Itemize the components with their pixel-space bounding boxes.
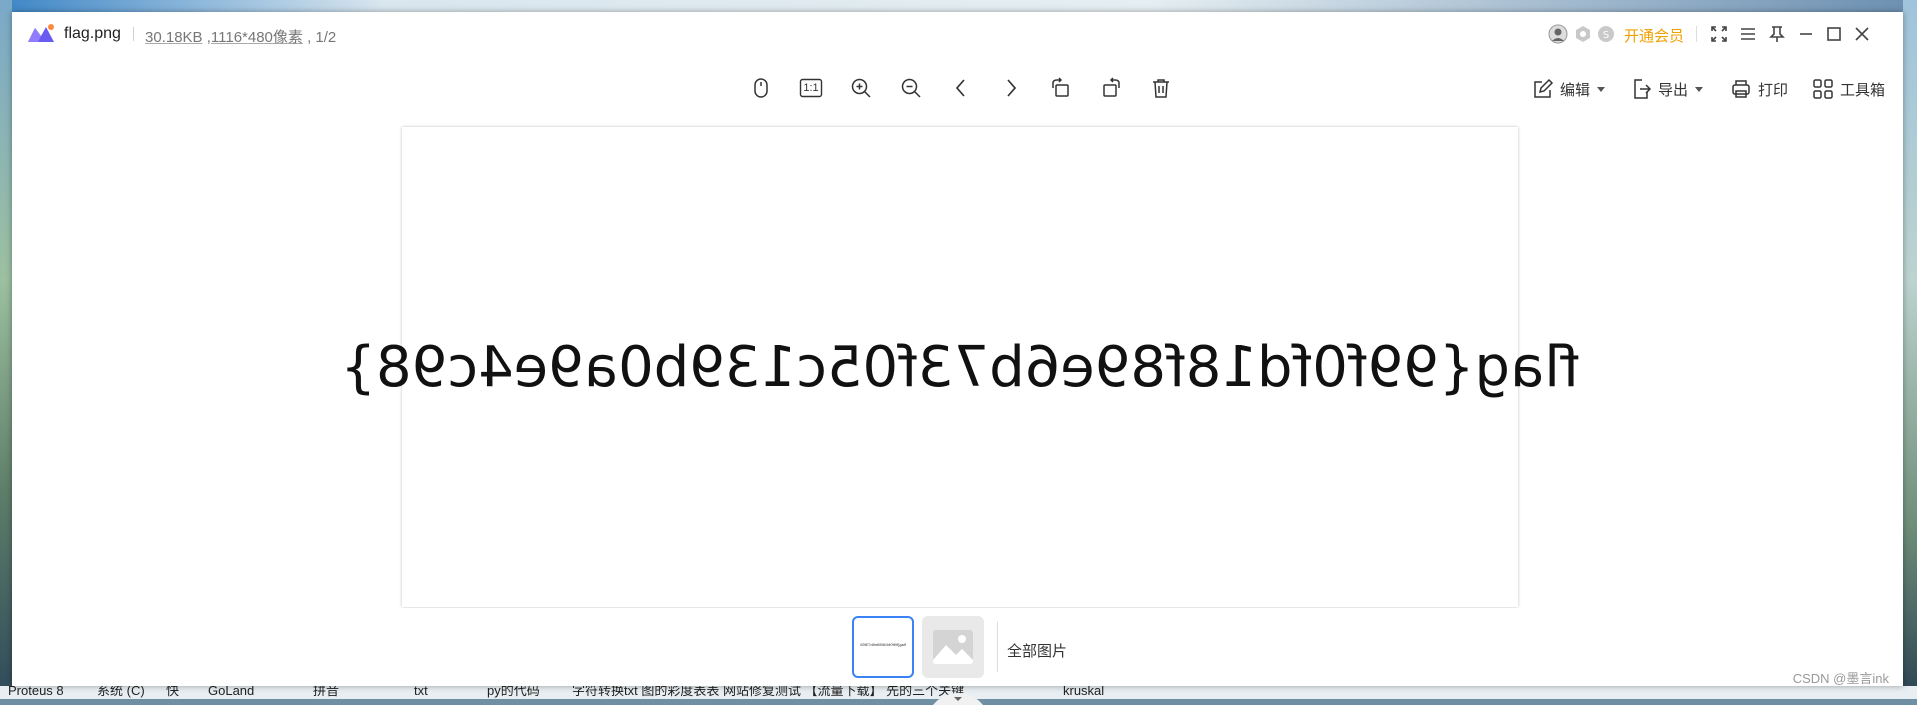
- export-icon: [1634, 79, 1652, 99]
- title-bar: flag.png 30.18KB ,1116*480像素 , 1/2 S 开通会…: [12, 12, 1903, 56]
- all-pictures-link[interactable]: 全部图片: [1007, 640, 1067, 661]
- edit-button[interactable]: 编辑: [1532, 78, 1606, 100]
- file-dimensions: 1116*480像素: [210, 29, 303, 46]
- rotate-left-icon[interactable]: [1048, 75, 1074, 101]
- taskbar-item[interactable]: txt: [414, 686, 428, 697]
- file-name: flag.png: [64, 25, 121, 42]
- app-logo-icon: [28, 24, 54, 42]
- taskbar-item[interactable]: 系统 (C): [97, 686, 145, 697]
- printer-icon: [1732, 80, 1750, 98]
- badge-icon[interactable]: [1573, 24, 1593, 44]
- zoom-in-icon[interactable]: [848, 75, 874, 101]
- page-index: 1/2: [315, 29, 337, 46]
- delete-icon[interactable]: [1148, 75, 1174, 101]
- file-size: 30.18KB: [145, 29, 203, 46]
- user-avatar-icon[interactable]: [1548, 24, 1568, 44]
- toolbox-icon: [1813, 79, 1833, 99]
- actual-size-label: 1:1: [803, 82, 819, 94]
- image-placeholder-icon: [933, 630, 973, 664]
- thumbnail-current[interactable]: flag{99f0fd18f89e6b73f05c139b0a9e4c98}: [852, 616, 914, 678]
- file-info: 30.18KB ,1116*480像素 , 1/2: [145, 29, 337, 46]
- svg-text:S: S: [1603, 30, 1609, 41]
- flag-text: flag{99f0fd18f89e6b73f05c139b0a9e4c98}: [340, 334, 1580, 400]
- rotate-right-icon[interactable]: [1098, 75, 1124, 101]
- coin-icon[interactable]: S: [1596, 24, 1616, 44]
- next-icon[interactable]: [998, 75, 1024, 101]
- menu-icon[interactable]: [1738, 24, 1758, 44]
- toolbox-label: 工具箱: [1840, 81, 1886, 99]
- collapse-thumbnails-icon[interactable]: [933, 693, 983, 705]
- export-button[interactable]: 导出: [1630, 78, 1704, 100]
- toolbar: 1:1 编辑 导出 打印 工具箱: [12, 66, 1903, 110]
- export-label: 导出: [1658, 81, 1689, 99]
- edit-icon: [1534, 78, 1554, 98]
- title-divider: [133, 27, 134, 41]
- desktop-wallpaper-left: [0, 0, 12, 699]
- edit-label: 编辑: [1560, 81, 1591, 99]
- thumbnail-next[interactable]: [922, 616, 984, 678]
- taskbar-item[interactable]: 快: [166, 686, 179, 697]
- watermark: CSDN @墨言ink: [1792, 671, 1889, 686]
- previous-icon[interactable]: [948, 75, 974, 101]
- toolbox-button[interactable]: 工具箱: [1812, 78, 1885, 100]
- taskbar-item[interactable]: py的代码: [487, 686, 540, 697]
- thumbnail-bar: flag{99f0fd18f89e6b73f05c139b0a9e4c98} 全…: [12, 608, 1903, 686]
- thumbnail-text: flag{99f0fd18f89e6b73f05c139b0a9e4c98}: [860, 642, 906, 647]
- thumbnail-divider: [997, 622, 998, 672]
- pin-icon[interactable]: [1767, 24, 1787, 44]
- maximize-icon[interactable]: [1824, 24, 1844, 44]
- chevron-down-icon: [1695, 86, 1704, 92]
- taskbar-item[interactable]: kruskal: [1063, 686, 1104, 697]
- actual-size-button[interactable]: 1:1: [798, 75, 824, 101]
- title-right-divider: [1696, 26, 1697, 42]
- taskbar-item[interactable]: 拼音: [313, 686, 339, 697]
- desktop-wallpaper-right: [1903, 0, 1917, 699]
- displayed-image: flag{99f0fd18f89e6b73f05c139b0a9e4c98}: [340, 127, 1580, 607]
- desktop-wallpaper-top: [0, 0, 1917, 12]
- zoom-out-icon[interactable]: [898, 75, 924, 101]
- print-label: 打印: [1758, 81, 1789, 99]
- taskbar-item[interactable]: 字符转换txt 图的彩度表表 网站修复测试 【流量下载】 先的三个关键: [572, 686, 964, 697]
- fullscreen-icon[interactable]: [1709, 24, 1729, 44]
- close-icon[interactable]: [1852, 24, 1872, 44]
- chevron-down-icon: [1597, 86, 1606, 92]
- print-button[interactable]: 打印: [1730, 78, 1788, 100]
- taskbar-item[interactable]: Proteus 8: [8, 686, 64, 697]
- mouse-mode-icon[interactable]: [748, 75, 774, 101]
- vip-link[interactable]: 开通会员: [1624, 25, 1684, 46]
- minimize-icon[interactable]: [1796, 24, 1816, 44]
- taskbar-item[interactable]: GoLand: [208, 686, 254, 697]
- image-canvas[interactable]: flag{99f0fd18f89e6b73f05c139b0a9e4c98}: [12, 110, 1903, 705]
- image-viewer-window: flag.png 30.18KB ,1116*480像素 , 1/2 S 开通会…: [12, 12, 1903, 705]
